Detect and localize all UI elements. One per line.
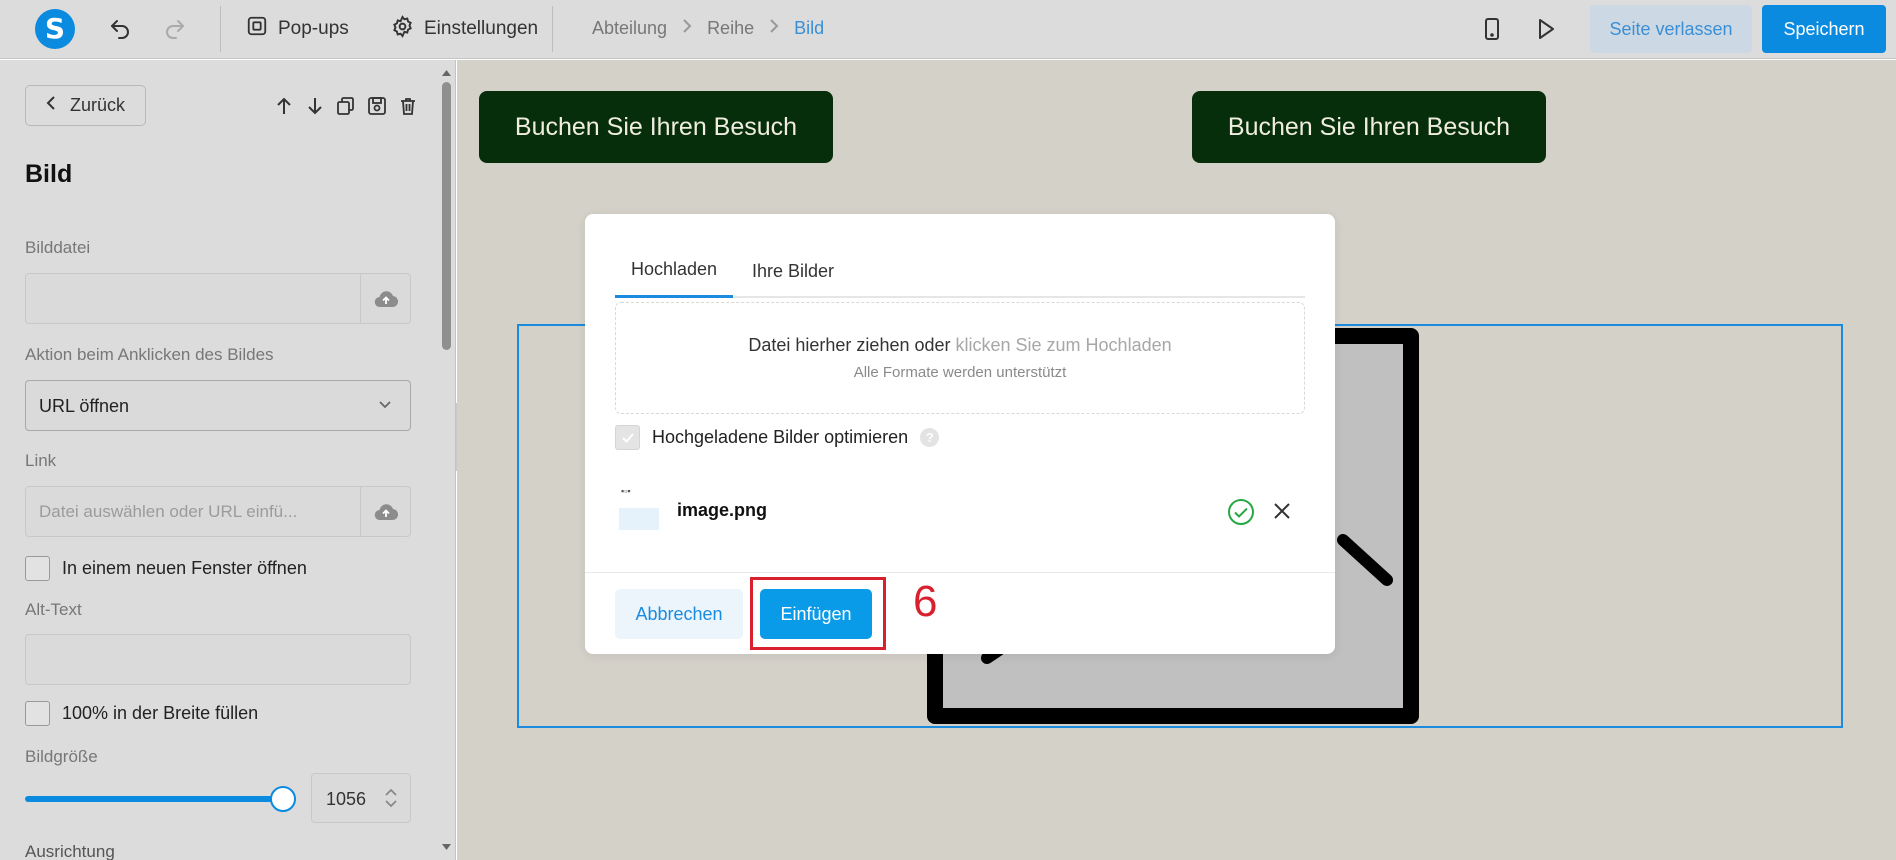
save-template-icon[interactable] (365, 94, 388, 117)
chevron-down-icon (378, 397, 392, 416)
mobile-preview-icon[interactable] (1477, 14, 1507, 44)
undo-icon[interactable] (105, 14, 135, 44)
new-window-option[interactable]: In einem neuen Fenster öffnen (25, 556, 307, 581)
tab-your-images[interactable]: Ihre Bilder (733, 244, 853, 298)
toolbar-divider (552, 6, 553, 52)
properties-sidebar: Zurück Bild Bilddatei Aktion beim Anklic… (0, 60, 456, 860)
check-icon (621, 432, 634, 443)
optimize-checkbox[interactable] (615, 425, 640, 450)
optimize-option[interactable]: Hochgeladene Bilder optimieren ? (615, 425, 940, 450)
popup-icon (246, 15, 268, 43)
element-tools (272, 94, 419, 117)
image-size-slider-track[interactable] (25, 796, 283, 802)
fill-width-label: 100% in der Breite füllen (62, 703, 259, 723)
image-size-value: 1056 (326, 789, 367, 809)
breadcrumb-item-abteilung[interactable]: Abteilung (592, 18, 667, 39)
breadcrumb-item-reihe[interactable]: Reihe (707, 18, 754, 39)
step-number: 6 (913, 577, 938, 626)
click-action-value: URL öffnen (39, 396, 130, 416)
cloud-upload-icon[interactable] (360, 487, 410, 536)
fill-width-option[interactable]: 100% in der Breite füllen (25, 701, 258, 726)
panel-title: Bild (25, 160, 73, 188)
click-action-label: Aktion beim Anklicken des Bildes (25, 345, 274, 364)
alt-text-label: Alt-Text (25, 600, 82, 619)
image-size-input[interactable]: 1056 (311, 773, 411, 823)
dropzone-text: Datei hierher ziehen oder klicken Sie zu… (616, 335, 1304, 356)
top-toolbar: S Pop-ups Einstellungen Abteilung Reihe … (0, 0, 1896, 59)
new-window-label: In einem neuen Fenster öffnen (62, 558, 307, 578)
upload-dialog: Hochladen Ihre Bilder Datei hierher zieh… (585, 214, 1335, 654)
cta-button-left[interactable]: Buchen Sie Ihren Besuch (479, 91, 833, 163)
copy-icon[interactable] (334, 94, 357, 117)
dialog-tabs: Hochladen Ihre Bilder (615, 244, 1305, 298)
upload-dropzone[interactable]: Datei hierher ziehen oder klicken Sie zu… (615, 302, 1305, 414)
settings-label: Einstellungen (424, 18, 539, 39)
chevron-left-icon (46, 95, 56, 116)
file-thumbnail: ▪▫▪ (617, 486, 661, 536)
alt-text-input[interactable] (25, 634, 411, 685)
image-size-slider-thumb[interactable] (270, 786, 296, 812)
gear-icon (391, 14, 414, 44)
sidebar-scrollbar[interactable] (437, 60, 456, 860)
app-logo: S (35, 9, 75, 49)
remove-file-icon[interactable] (1271, 500, 1293, 527)
cta-button-right[interactable]: Buchen Sie Ihren Besuch (1192, 91, 1546, 163)
back-button[interactable]: Zurück (25, 85, 146, 126)
image-file-label: Bilddatei (25, 238, 91, 257)
help-icon[interactable]: ? (920, 428, 940, 447)
link-label: Link (25, 451, 57, 470)
scroll-down-icon[interactable] (441, 838, 452, 856)
dialog-divider (585, 572, 1335, 573)
breadcrumb-item-bild[interactable]: Bild (794, 18, 824, 39)
file-name: image.png (677, 500, 768, 520)
back-label: Zurück (70, 95, 126, 115)
image-file-field[interactable] (25, 273, 411, 324)
cancel-button[interactable]: Abbrechen (615, 589, 743, 639)
scrollbar-thumb[interactable] (442, 82, 451, 350)
stepper-icon[interactable] (384, 786, 398, 815)
highlight-box (750, 577, 886, 650)
scroll-up-icon[interactable] (441, 64, 452, 82)
chevron-right-icon (681, 18, 693, 39)
leave-page-button[interactable]: Seite verlassen (1590, 5, 1752, 53)
play-preview-icon[interactable] (1531, 14, 1561, 44)
cloud-upload-icon[interactable] (360, 274, 410, 323)
toolbar-divider (220, 6, 221, 52)
redo-icon[interactable] (160, 14, 190, 44)
breadcrumb: Abteilung Reihe Bild (592, 18, 824, 39)
chevron-right-icon (768, 18, 780, 39)
tab-upload[interactable]: Hochladen (615, 244, 733, 298)
new-window-checkbox[interactable] (25, 556, 50, 581)
dropzone-hint: Alle Formate werden unterstützt (853, 364, 1067, 381)
popups-label: Pop-ups (278, 18, 349, 39)
alignment-label: Ausrichtung (25, 842, 115, 860)
click-to-upload-link[interactable]: klicken Sie zum Hochladen (956, 335, 1172, 355)
popups-button[interactable]: Pop-ups (246, 14, 349, 44)
optimize-label: Hochgeladene Bilder optimieren (652, 427, 909, 447)
fill-width-checkbox[interactable] (25, 701, 50, 726)
dropzone-prompt: Datei hierher ziehen oder (748, 335, 956, 355)
uploaded-file-row: ▪▫▪ image.png (615, 482, 1305, 540)
link-input[interactable]: Datei auswählen oder URL einfü... (25, 486, 411, 537)
success-check-icon (1227, 498, 1255, 531)
trash-icon[interactable] (396, 94, 419, 117)
click-action-select[interactable]: URL öffnen (25, 380, 411, 431)
save-button[interactable]: Speichern (1762, 5, 1886, 53)
move-up-icon[interactable] (272, 94, 295, 117)
settings-button[interactable]: Einstellungen (391, 14, 538, 44)
move-down-icon[interactable] (303, 94, 326, 117)
image-size-label: Bildgröße (25, 747, 98, 766)
link-placeholder: Datei auswählen oder URL einfü... (39, 502, 298, 521)
